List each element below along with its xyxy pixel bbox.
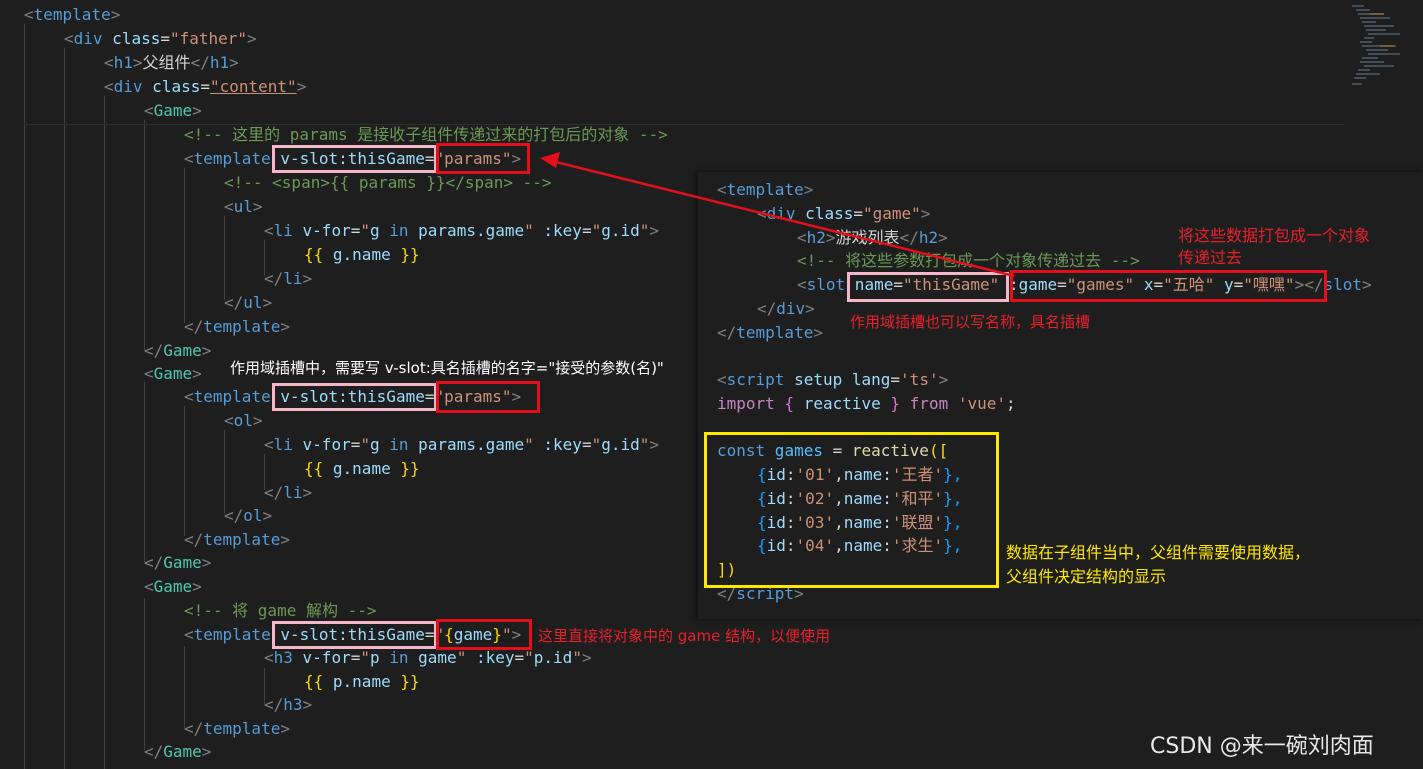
code-line: </template> [184, 719, 290, 738]
highlight-params-1 [436, 143, 530, 174]
code-line: <div class="game"> [757, 204, 931, 223]
code-line: </ul> [224, 293, 273, 312]
code-line: </template> [717, 323, 823, 342]
code-line: <template> [24, 5, 121, 24]
highlight-slot-name [847, 272, 1009, 302]
code-line: </Game> [144, 742, 212, 761]
highlight-params-2 [436, 381, 540, 413]
minimap[interactable] [1350, 2, 1408, 92]
highlight-slot-props [1010, 270, 1327, 302]
code-line: <Game> [144, 577, 202, 596]
note-scoped-slot-syntax: 作用域插槽中，需要写 v-slot:具名插槽的名字="接受的参数(名)" [230, 359, 664, 377]
code-line: <Game> [144, 101, 202, 120]
code-line: {{ p.name }} [304, 672, 420, 691]
code-line: </li> [264, 483, 313, 502]
code-line: {{ g.name }} [304, 245, 420, 264]
code-line: <script setup lang='ts'> [717, 370, 949, 389]
code-line: {{ g.name }} [304, 459, 420, 478]
code-line: <h1>父组件</h1> [104, 53, 239, 72]
code-line: </ol> [224, 506, 273, 525]
code-line: <!-- 将 game 解构 --> [184, 601, 377, 620]
code-line: </li> [264, 269, 313, 288]
highlight-game-destructure [436, 619, 532, 650]
code-line: </div> [757, 299, 815, 318]
code-line: <Game> [144, 364, 202, 383]
code-line: <h3 v-for="p in game" :key="p.id"> [264, 648, 592, 667]
code-line: <div class="father"> [64, 29, 257, 48]
note-pack-object: 将这些数据打包成一个对象 传递过去 [1178, 226, 1371, 267]
code-line: </Game> [144, 341, 212, 360]
code-line: <ol> [224, 411, 263, 430]
code-line: <!-- 这里的 params 是接收子组件传递过来的打包后的对象 --> [184, 125, 668, 144]
code-line: <template> [717, 180, 814, 199]
code-line: </h3> [264, 695, 313, 714]
code-line: <li v-for="g in params.game" :key="g.id"… [264, 221, 660, 240]
highlight-games-data [704, 432, 999, 588]
code-line: <h2>游戏列表</h2> [797, 228, 948, 247]
highlight-vslot-2 [272, 383, 437, 411]
code-line: </template> [184, 530, 290, 549]
code-line: import { reactive } from 'vue'; [717, 394, 1016, 413]
code-line: <!-- <span>{{ params }}</span> --> [224, 173, 552, 192]
note-destructure: 这里直接将对象中的 game 结构，以便使用 [538, 627, 831, 645]
note-named-slot: 作用域插槽也可以写名称，具名插槽 [850, 313, 1091, 331]
code-line: </template> [184, 317, 290, 336]
code-line: <div class="content"> [104, 77, 307, 96]
highlight-vslot-3 [272, 621, 437, 649]
highlight-vslot-1 [272, 145, 437, 173]
code-line: <ul> [224, 197, 263, 216]
watermark: CSDN @来一碗刘肉面 [1150, 734, 1374, 759]
code-line: </Game> [144, 553, 212, 572]
code-line: <li v-for="g in params.game" :key="g.id"… [264, 435, 660, 454]
note-data-in-child: 数据在子组件当中，父组件需要使用数据， 父组件决定结构的显示 [1006, 543, 1311, 586]
